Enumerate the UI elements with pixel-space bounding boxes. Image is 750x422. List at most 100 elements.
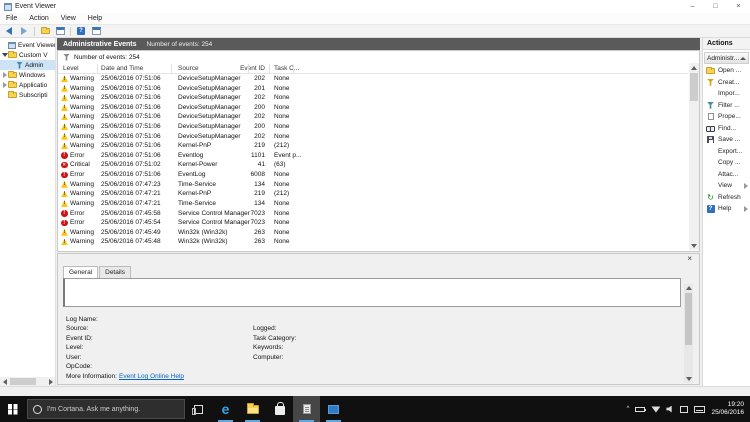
actions-group-header[interactable]: Administr... xyxy=(704,52,749,64)
action-attac[interactable]: Attac... xyxy=(703,169,750,181)
taskbar-app-button[interactable] xyxy=(320,396,347,422)
scrollbar-thumb[interactable] xyxy=(10,378,36,385)
action-creat[interactable]: Creat... xyxy=(703,77,750,89)
battery-icon[interactable] xyxy=(635,407,645,412)
task-view-button[interactable] xyxy=(185,396,212,422)
menu-item-help[interactable]: Help xyxy=(82,13,108,24)
event-row[interactable]: Warning25/06/2016 07:51:06DeviceSetupMan… xyxy=(58,112,688,122)
minimize-button[interactable]: – xyxy=(681,0,704,13)
event-row[interactable]: Warning25/06/2016 07:51:06DeviceSetupMan… xyxy=(58,122,688,132)
warning-icon xyxy=(61,95,68,102)
action-open[interactable]: Open ... xyxy=(703,65,750,77)
taskbar: I'm Cortana. Ask me anything. ^ 19:20 25… xyxy=(0,396,750,422)
forward-button[interactable] xyxy=(18,26,30,37)
action-view[interactable]: View xyxy=(703,180,750,192)
details-vertical-scrollbar[interactable] xyxy=(684,284,693,383)
forward-icon xyxy=(21,27,27,35)
event-row[interactable]: Error25/06/2016 07:51:06Eventlog1101Even… xyxy=(58,151,688,161)
taskbar-clock[interactable]: 19:20 25/06/2016 xyxy=(711,401,744,417)
caption-buttons: – □ × xyxy=(681,0,750,13)
warning-icon xyxy=(61,76,68,83)
level-cell: Warning xyxy=(70,238,94,245)
action-filter[interactable]: Filter ... xyxy=(703,100,750,112)
event-row[interactable]: Warning25/06/2016 07:51:06Kernel-PnP219(… xyxy=(58,141,688,151)
scroll-down-button[interactable] xyxy=(689,241,699,250)
volume-icon[interactable] xyxy=(666,406,674,413)
title-bar[interactable]: Event Viewer – □ × xyxy=(0,0,750,13)
maximize-button[interactable]: □ xyxy=(704,0,727,13)
menu-item-view[interactable]: View xyxy=(55,13,82,24)
start-button[interactable] xyxy=(0,396,25,422)
task-category-cell: (63) xyxy=(274,161,286,168)
column-separator xyxy=(171,64,172,73)
filter-icon xyxy=(16,62,23,69)
console-window-button[interactable] xyxy=(90,26,102,37)
date-cell: 25/06/2016 07:45:58 xyxy=(101,210,161,217)
action-impor[interactable]: Impor... xyxy=(703,88,750,100)
expanded-arrow-icon[interactable] xyxy=(1,53,8,57)
event-log-online-help-link[interactable]: Event Log Online Help xyxy=(119,373,184,380)
scroll-up-button[interactable] xyxy=(684,284,693,292)
action-copy[interactable]: Copy ... xyxy=(703,157,750,169)
properties-button[interactable] xyxy=(54,26,66,37)
tree-item-applicatio[interactable]: Applicatio xyxy=(0,80,55,90)
tree-item-windows[interactable]: Windows xyxy=(0,70,55,80)
tree-item-admin[interactable]: Admin xyxy=(0,60,55,70)
taskbar-file-explorer-button[interactable] xyxy=(239,396,266,422)
level-cell: Warning xyxy=(70,181,94,188)
event-row[interactable]: Critical25/06/2016 07:51:02Kernel-Power4… xyxy=(58,160,688,170)
menu-item-file[interactable]: File xyxy=(0,13,23,24)
event-row[interactable]: Warning25/06/2016 07:51:06DeviceSetupMan… xyxy=(58,132,688,142)
tree-item-custom-v[interactable]: Custom V xyxy=(0,50,55,60)
tree-item-event-viewer[interactable]: Event Viewer ( xyxy=(0,40,55,50)
event-row[interactable]: Warning25/06/2016 07:51:06DeviceSetupMan… xyxy=(58,84,688,94)
scrollbar-thumb[interactable] xyxy=(690,73,698,101)
help-toolbar-button[interactable] xyxy=(75,26,87,37)
wifi-icon[interactable] xyxy=(651,406,660,413)
event-row[interactable]: Error25/06/2016 07:45:58Service Control … xyxy=(58,209,688,219)
action-refresh[interactable]: Refresh xyxy=(703,192,750,204)
event-row[interactable]: Error25/06/2016 07:45:54Service Control … xyxy=(58,218,688,228)
column-header-date-and-time[interactable]: Date and Time xyxy=(101,63,170,74)
folder-icon xyxy=(8,92,17,98)
cortana-search-box[interactable]: I'm Cortana. Ask me anything. xyxy=(27,399,185,419)
event-row[interactable]: Warning25/06/2016 07:51:06DeviceSetupMan… xyxy=(58,93,688,103)
touch-keyboard-icon[interactable] xyxy=(694,406,705,413)
close-button[interactable]: × xyxy=(727,0,750,13)
scroll-down-button[interactable] xyxy=(684,375,693,383)
event-row[interactable]: Warning25/06/2016 07:47:23Time-Service13… xyxy=(58,180,688,190)
collapsed-arrow-icon[interactable] xyxy=(1,72,8,78)
show-console-tree-button[interactable] xyxy=(39,26,51,37)
column-header-level[interactable]: Level xyxy=(63,63,96,74)
scroll-right-button[interactable] xyxy=(46,377,55,386)
taskbar-edge-button[interactable] xyxy=(212,396,239,422)
menu-item-action[interactable]: Action xyxy=(23,13,54,24)
action-help[interactable]: Help xyxy=(703,203,750,215)
column-header-event-id[interactable]: Event ID xyxy=(208,63,265,74)
event-row[interactable]: Warning25/06/2016 07:51:06DeviceSetupMan… xyxy=(58,74,688,84)
scrollbar-thumb[interactable] xyxy=(685,293,692,345)
action-prope[interactable]: Prope... xyxy=(703,111,750,123)
show-hidden-icons-button[interactable]: ^ xyxy=(627,406,630,412)
date-cell: 25/06/2016 07:45:48 xyxy=(101,238,161,245)
taskbar-store-button[interactable] xyxy=(266,396,293,422)
event-row[interactable]: Warning25/06/2016 07:45:48Win32k (Win32k… xyxy=(58,237,688,247)
sidebar-horizontal-scrollbar[interactable] xyxy=(0,377,55,386)
scroll-up-button[interactable] xyxy=(689,63,699,72)
event-row[interactable]: Warning25/06/2016 07:51:06DeviceSetupMan… xyxy=(58,103,688,113)
event-row[interactable]: Warning25/06/2016 07:45:49Win32k (Win32k… xyxy=(58,228,688,238)
collapsed-arrow-icon[interactable] xyxy=(1,82,8,88)
tree-item-subscripti[interactable]: Subscripti xyxy=(0,90,55,100)
action-save[interactable]: Save ... xyxy=(703,134,750,146)
action-center-icon[interactable] xyxy=(680,406,688,413)
action-export[interactable]: Export... xyxy=(703,146,750,158)
event-row[interactable]: Error25/06/2016 07:51:06EventLog6008None xyxy=(58,170,688,180)
list-vertical-scrollbar[interactable] xyxy=(689,63,699,250)
event-row[interactable]: Warning25/06/2016 07:47:21Time-Service13… xyxy=(58,199,688,209)
back-button[interactable] xyxy=(3,26,15,37)
column-header-task-c[interactable]: Task C... xyxy=(274,63,314,74)
scroll-left-button[interactable] xyxy=(0,377,9,386)
taskbar-event-viewer-button[interactable] xyxy=(293,396,320,422)
action-find[interactable]: Find... xyxy=(703,123,750,135)
event-row[interactable]: Warning25/06/2016 07:47:21Kernel-PnP219(… xyxy=(58,189,688,199)
